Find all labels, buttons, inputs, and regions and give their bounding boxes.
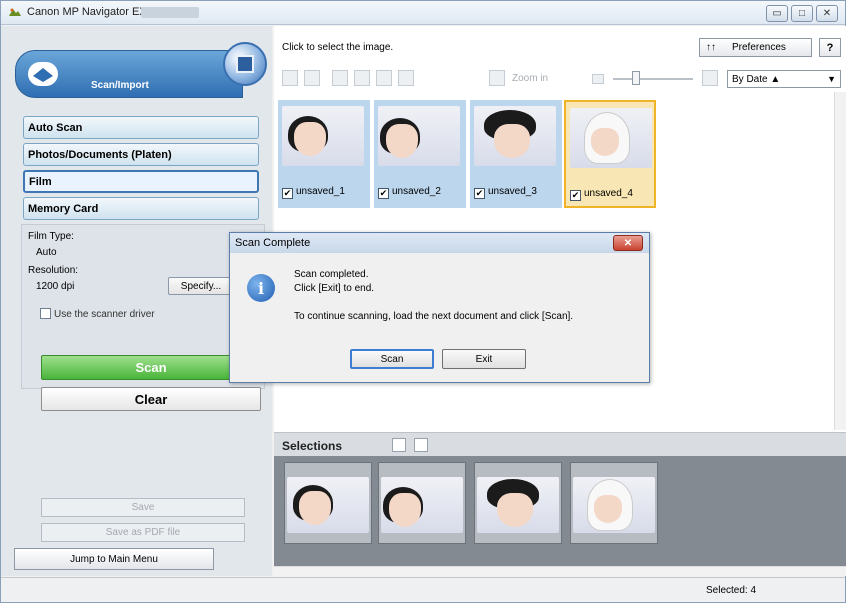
hint-bar: Click to select the image. ↑↑ Preference…: [274, 36, 846, 58]
preferences-button[interactable]: ↑↑ Preferences: [699, 38, 812, 57]
info-icon: i: [247, 274, 275, 302]
resolution-value: 1200 dpi: [36, 281, 75, 292]
thumbnail-checkbox[interactable]: ✔: [378, 188, 389, 199]
selections-scrollbar[interactable]: [274, 566, 846, 576]
dialog-exit-button[interactable]: Exit: [442, 349, 526, 369]
crop-icon[interactable]: [398, 70, 414, 86]
selections-area: [274, 456, 846, 568]
preferences-label: Preferences: [732, 42, 786, 53]
use-scanner-driver-label: Use the scanner driver: [54, 309, 155, 320]
dialog-title-bar: Scan Complete ✕: [230, 233, 649, 253]
scan-button[interactable]: Scan: [41, 355, 261, 380]
rotate-left-icon[interactable]: [332, 70, 348, 86]
minimize-icon[interactable]: ▭: [766, 5, 788, 22]
selection-image: [381, 477, 463, 533]
chevron-down-icon: ▼: [827, 74, 836, 84]
sort-select-value: By Date ▲: [732, 73, 781, 85]
scan-complete-dialog: Scan Complete ✕ i Scan completed. Click …: [229, 232, 650, 383]
selection-thumbnail[interactable]: [474, 462, 562, 544]
selection-image: [573, 477, 655, 533]
use-scanner-driver-checkbox[interactable]: [40, 308, 51, 319]
thumbnail-item[interactable]: ✔ unsaved_1: [278, 100, 370, 208]
window-title: Canon MP Navigator EX: [27, 6, 147, 18]
thumbnail-item-selected[interactable]: ✔ unsaved_4: [564, 100, 656, 208]
selection-image: [477, 477, 559, 533]
sort-select[interactable]: By Date ▲ ▼: [727, 70, 841, 88]
mode-photos-documents[interactable]: Photos/Documents (Platen): [23, 143, 259, 166]
zoom-icon[interactable]: [489, 70, 505, 86]
mode-memory-card[interactable]: Memory Card: [23, 197, 259, 220]
dialog-scan-button[interactable]: Scan: [350, 349, 434, 369]
selections-title: Selections: [282, 439, 343, 453]
thumbnail-item[interactable]: ✔ unsaved_3: [470, 100, 562, 208]
preferences-icon: ↑↑: [706, 42, 716, 53]
rotate-right-icon[interactable]: [354, 70, 370, 86]
app-icon: [9, 8, 21, 16]
clear-button[interactable]: Clear: [41, 387, 261, 411]
dialog-title: Scan Complete: [235, 237, 311, 249]
status-bar: Selected: 4: [1, 577, 845, 602]
mirror-icon[interactable]: [376, 70, 392, 86]
app-window: Canon MP Navigator EX ▭ □ ✕ Scan/Import …: [0, 0, 846, 603]
thumbnail-image: [378, 106, 460, 166]
hint-text: Click to select the image.: [282, 42, 394, 53]
thumbnail-size-slider[interactable]: [613, 78, 693, 80]
zoom-in-label: Zoom in: [512, 73, 549, 84]
dialog-message-line3: To continue scanning, load the next docu…: [294, 311, 574, 322]
jump-to-main-menu-button[interactable]: Jump to Main Menu: [14, 548, 214, 570]
thumbnail-checkbox[interactable]: ✔: [570, 190, 581, 201]
film-type-label: Film Type:: [28, 231, 74, 242]
thumbnail-checkbox[interactable]: ✔: [474, 188, 485, 199]
scanner-icon: [28, 62, 58, 86]
scan-import-header[interactable]: Scan/Import: [15, 42, 267, 100]
selection-thumbnail[interactable]: [378, 462, 466, 544]
single-view-icon[interactable]: [414, 438, 428, 452]
globe-grid-icon: [236, 55, 254, 73]
mode-film[interactable]: Film: [23, 170, 259, 193]
selection-image: [287, 477, 369, 533]
title-bar: Canon MP Navigator EX ▭ □ ✕: [1, 1, 845, 25]
thumbnail-image: [282, 106, 364, 166]
view-icon[interactable]: [282, 70, 298, 86]
thumbnail-size-slider-knob[interactable]: [632, 71, 640, 85]
image-toolbar: Zoom in By Date ▲ ▼: [274, 66, 846, 92]
dialog-message-line2: Click [Exit] to end.: [294, 283, 375, 294]
thumbnail-checkbox[interactable]: ✔: [282, 188, 293, 199]
thumbnail-label: unsaved_2: [392, 186, 441, 197]
selections-header: Selections: [274, 432, 846, 456]
save-button[interactable]: Save: [41, 498, 245, 517]
save-as-pdf-button[interactable]: Save as PDF file: [41, 523, 245, 542]
thumbnail-label: unsaved_4: [584, 188, 633, 199]
resolution-label: Resolution:: [28, 265, 79, 276]
scan-import-label: Scan/Import: [91, 80, 149, 91]
thumbnail-image: [474, 106, 556, 166]
thumbnail-label: unsaved_1: [296, 186, 345, 197]
dialog-close-icon[interactable]: ✕: [613, 235, 643, 251]
main-menu-globe-icon[interactable]: [223, 42, 267, 86]
thumbnail-item[interactable]: ✔ unsaved_2: [374, 100, 466, 208]
small-thumb-icon: [592, 74, 604, 84]
close-icon[interactable]: ✕: [816, 5, 838, 22]
selected-count: Selected: 4: [706, 585, 757, 596]
selection-thumbnail[interactable]: [284, 462, 372, 544]
selection-thumbnail[interactable]: [570, 462, 658, 544]
mode-auto-scan[interactable]: Auto Scan: [23, 116, 259, 139]
grid-icon[interactable]: [304, 70, 320, 86]
thumbnail-scrollbar[interactable]: [834, 92, 846, 430]
blurred-title-text: [141, 7, 199, 18]
help-button[interactable]: ?: [819, 38, 841, 57]
film-type-value: Auto: [36, 247, 57, 258]
grid-view-icon[interactable]: [392, 438, 406, 452]
maximize-icon[interactable]: □: [791, 5, 813, 22]
specify-button[interactable]: Specify...: [168, 277, 234, 295]
thumbnail-label: unsaved_3: [488, 186, 537, 197]
large-thumb-icon: [702, 70, 718, 86]
thumbnail-image: [570, 108, 652, 168]
dialog-message-line1: Scan completed.: [294, 269, 369, 280]
